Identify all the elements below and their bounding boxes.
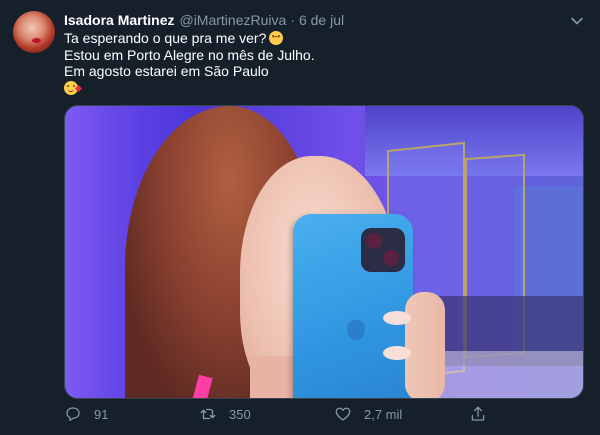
chevron-down-icon (571, 17, 583, 25)
photo-camera-lens (366, 233, 382, 249)
avatar-lips (32, 38, 41, 43)
tweet-line (64, 80, 315, 97)
tweet-photo[interactable] (64, 105, 584, 399)
tweet[interactable]: Isadora Martinez @iMartinezRuiva · 6 de … (0, 0, 600, 435)
header-separator: · (290, 12, 295, 28)
photo-camera-lens (383, 250, 399, 266)
avatar[interactable] (13, 11, 55, 53)
photo-phone-logo (347, 320, 365, 340)
tweet-line-1: Ta esperando o que pra me ver? (64, 30, 267, 46)
tweet-menu-button[interactable] (568, 12, 586, 30)
author-handle[interactable]: @iMartinezRuiva (179, 12, 286, 28)
like-count: 2,7 mil (364, 406, 403, 422)
share-icon (471, 406, 485, 421)
photo-hand (405, 292, 445, 398)
tweet-line-3: Em agosto estarei em São Paulo (64, 63, 269, 79)
reply-count: 91 (94, 406, 109, 422)
face-blowing-a-kiss-icon (64, 80, 83, 95)
retweet-count: 350 (229, 406, 251, 422)
reply-icon (66, 407, 80, 422)
share-button[interactable] (469, 404, 509, 424)
photo-fingernail (383, 311, 411, 325)
like-button[interactable]: 2,7 mil (334, 404, 469, 424)
upside-down-face-icon (269, 31, 284, 45)
heart-icon (335, 407, 351, 421)
tweet-header: Isadora Martinez @iMartinezRuiva · 6 de … (64, 11, 344, 29)
tweet-date[interactable]: 6 de jul (299, 12, 344, 28)
author-name[interactable]: Isadora Martinez (64, 12, 174, 28)
photo-fingernail (383, 346, 411, 360)
retweet-icon (200, 408, 216, 420)
tweet-text: Ta esperando o que pra me ver? Estou em … (64, 30, 315, 96)
tweet-line: Ta esperando o que pra me ver? (64, 30, 315, 47)
tweet-actions: 91 350 2,7 mil (64, 404, 584, 424)
retweet-button[interactable]: 350 (199, 404, 334, 424)
reply-button[interactable]: 91 (64, 404, 199, 424)
tweet-line-2: Estou em Porto Alegre no mês de Julho. (64, 46, 315, 63)
